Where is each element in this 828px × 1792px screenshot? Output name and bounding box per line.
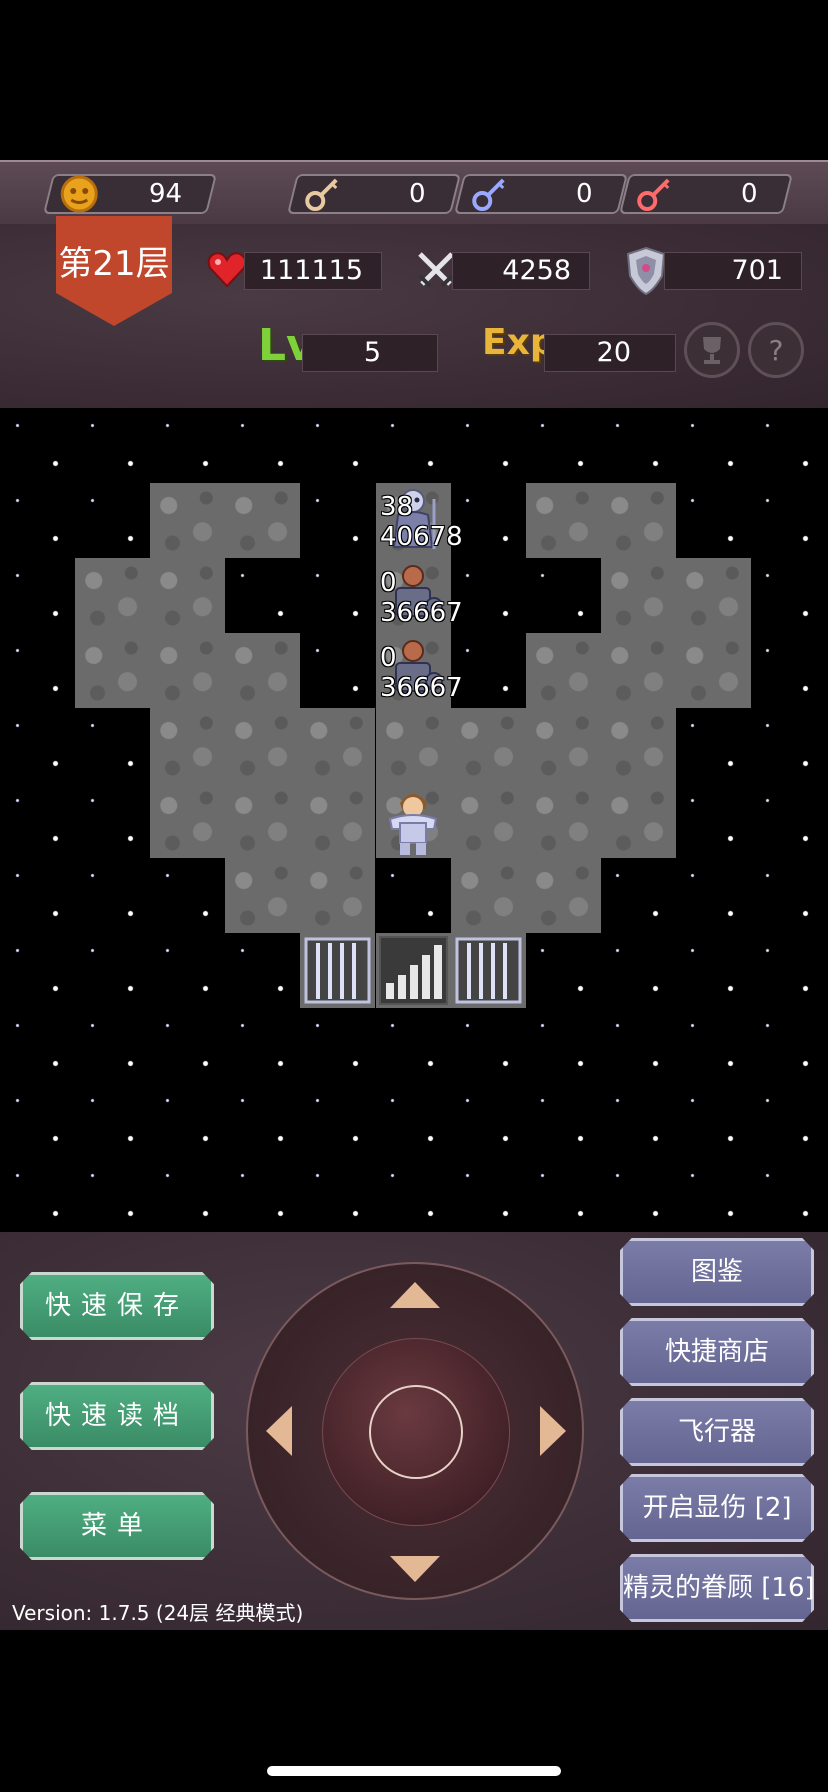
question-icon: ?: [769, 334, 784, 367]
stone-floor: [150, 633, 225, 708]
stone-floor: [225, 483, 300, 558]
arrow-down-icon[interactable]: [388, 1554, 442, 1584]
stone-floor: [225, 708, 300, 783]
stone-floor: [300, 783, 375, 858]
shield-icon: [626, 246, 666, 296]
stone-floor: [526, 708, 601, 783]
stone-floor: [225, 633, 300, 708]
arrow-right-icon[interactable]: [538, 1404, 568, 1458]
stone-floor: [300, 708, 375, 783]
stone-floor: [526, 633, 601, 708]
stone-floor: [451, 858, 526, 933]
quick-shop-button[interactable]: 快捷商店: [620, 1318, 814, 1386]
gold-counter: 94: [43, 174, 217, 214]
gold-coin-icon: [60, 175, 98, 213]
level-stat: 5: [302, 334, 438, 372]
home-indicator[interactable]: [267, 1766, 561, 1776]
defense-value: 701: [731, 255, 783, 286]
dpad-inner-ring: [322, 1338, 510, 1526]
monster-3-value-1: 0: [380, 643, 397, 673]
show-damage-button[interactable]: 开启显伤 [2]: [620, 1474, 814, 1542]
stone-floor: [526, 483, 601, 558]
monster-2-value-2: 36667: [380, 598, 463, 628]
red-key-counter: 0: [619, 174, 793, 214]
attack-value: 4258: [502, 255, 571, 286]
stone-floor: [601, 483, 676, 558]
monster-3-value-2: 36667: [380, 673, 463, 703]
blue-key-value: 0: [576, 179, 593, 209]
stone-floor: [601, 783, 676, 858]
game-board[interactable]: 38 40678 0 36667 0 36667: [0, 408, 828, 1232]
stone-floor: [150, 483, 225, 558]
monster-1-value-1: 38: [380, 492, 414, 522]
stone-floor: [300, 858, 375, 933]
stone-floor: [526, 858, 601, 933]
iron-gate-left[interactable]: [300, 933, 375, 1008]
yellow-key-counter: 0: [287, 174, 461, 214]
defense-stat: 701: [664, 252, 802, 290]
dpad-center-button[interactable]: [369, 1385, 463, 1479]
stone-floor: [150, 783, 225, 858]
gold-value: 94: [148, 179, 182, 209]
stone-floor: [376, 708, 451, 783]
stone-floor: [451, 783, 526, 858]
stone-floor: [75, 633, 150, 708]
monster-1-value-2: 40678: [380, 522, 463, 552]
arrow-up-icon[interactable]: [388, 1280, 442, 1310]
stone-floor: [601, 558, 676, 633]
stone-floor: [225, 783, 300, 858]
hero-sprite[interactable]: [376, 783, 451, 858]
floor-label: 第21层: [58, 244, 170, 284]
stairs-icon[interactable]: [376, 933, 451, 1008]
trophy-button[interactable]: [684, 322, 740, 378]
fairy-favor-button[interactable]: 精灵的眷顾 [16]: [620, 1554, 814, 1622]
stone-floor: [526, 783, 601, 858]
flyer-button[interactable]: 飞行器: [620, 1398, 814, 1466]
stone-floor: [150, 708, 225, 783]
yellow-key-icon: [305, 178, 338, 211]
version-text: Version: 1.7.5 (24层 经典模式): [12, 1601, 304, 1625]
help-button[interactable]: ?: [748, 322, 804, 378]
level-value: 5: [363, 337, 381, 368]
stone-floor: [601, 633, 676, 708]
encyclopedia-button[interactable]: 图鉴: [620, 1238, 814, 1306]
hp-stat: 111115: [244, 252, 382, 290]
blue-key-icon: [472, 178, 505, 211]
red-key-value: 0: [741, 179, 758, 209]
svg-text:?: ?: [769, 334, 784, 367]
stone-floor: [225, 858, 300, 933]
yellow-key-value: 0: [409, 179, 426, 209]
trophy-icon: [703, 337, 721, 364]
monster-2-value-1: 0: [380, 568, 397, 598]
stone-floor: [676, 558, 751, 633]
iron-gate-right[interactable]: [451, 933, 526, 1008]
stone-floor: [451, 708, 526, 783]
blue-key-counter: 0: [454, 174, 628, 214]
arrow-left-icon[interactable]: [264, 1404, 294, 1458]
direction-pad[interactable]: [246, 1262, 584, 1600]
exp-value: 20: [596, 337, 631, 368]
menu-button[interactable]: 菜单: [20, 1492, 214, 1560]
stone-floor: [601, 708, 676, 783]
quick-load-button[interactable]: 快速读档: [20, 1382, 214, 1450]
hp-value: 111115: [259, 255, 363, 286]
stone-floor: [150, 558, 225, 633]
quick-save-button[interactable]: 快速保存: [20, 1272, 214, 1340]
stone-floor: [75, 558, 150, 633]
attack-stat: 4258: [452, 252, 590, 290]
stone-floor: [676, 633, 751, 708]
exp-stat: 20: [544, 334, 676, 372]
red-key-icon: [637, 178, 670, 211]
